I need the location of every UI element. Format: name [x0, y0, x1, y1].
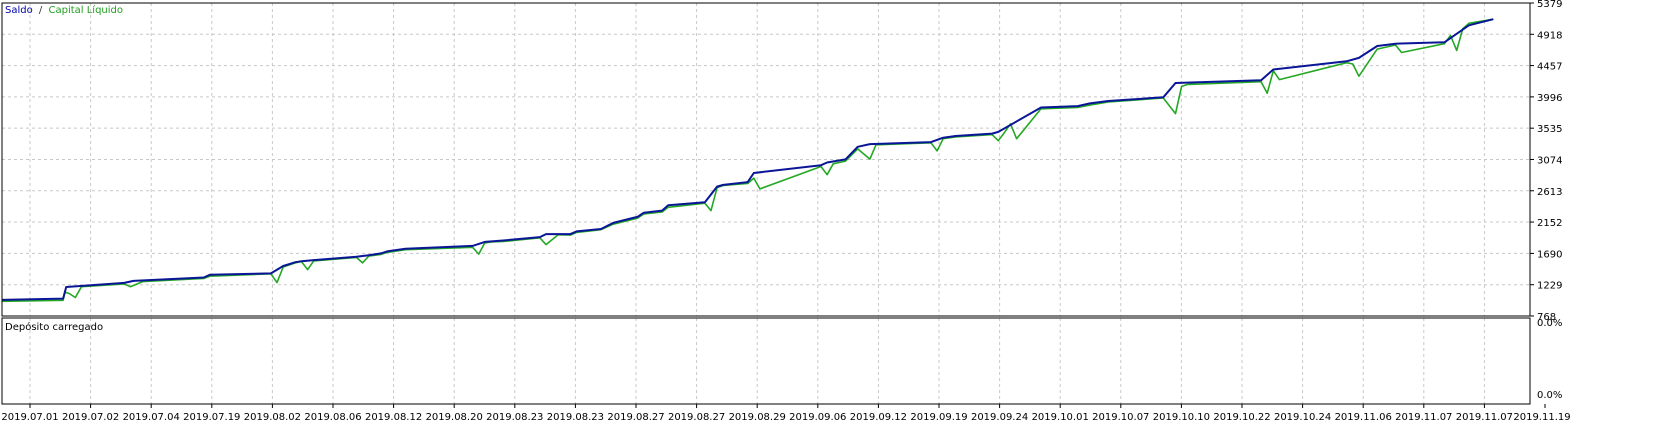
y-tick-label: 4457	[1537, 62, 1562, 73]
frame	[1, 2, 1531, 405]
y-tick-label: 4918	[1537, 30, 1562, 41]
sub-panel-title: Depósito carregado	[5, 321, 103, 333]
y-tick-label: 2613	[1537, 187, 1562, 198]
x-tick-label: 2019.10.22	[1213, 412, 1270, 423]
x-tick-label: 2019.08.06	[304, 412, 361, 423]
x-tick-label: 2019.08.29	[729, 412, 786, 423]
equity-series-line	[1, 18, 1494, 303]
x-tick-label: 2019.11.06	[1335, 412, 1392, 423]
y-tick-label: 5379	[1537, 0, 1562, 10]
x-tick-label: 2019.10.07	[1092, 412, 1149, 423]
x-tick-label: 2019.08.23	[486, 412, 543, 423]
x-tick-label: 2019.09.06	[789, 412, 846, 423]
x-axis-ticks: 2019.07.01 2019.07.02 2019.07.04 2019.07.19…	[1, 404, 1571, 423]
sub-panel: 0.0% 0.0%	[1537, 318, 1562, 401]
x-tick-label: 2019.08.27	[668, 412, 725, 423]
x-tick-label: 2019.07.02	[62, 412, 119, 423]
y-tick-label: 1229	[1537, 281, 1562, 292]
legend-balance-label: Saldo	[5, 5, 33, 16]
x-tick-label: 2019.07.19	[183, 412, 240, 423]
series-layer	[1, 18, 1494, 303]
x-tick-label: 2019.10.10	[1153, 412, 1210, 423]
sub-y-tick-label: 0.0%	[1537, 390, 1562, 401]
grid	[2, 2, 1530, 404]
y-tick-label: 1690	[1537, 249, 1562, 260]
legend-separator: /	[39, 5, 43, 16]
x-tick-label: 2019.07.01	[1, 412, 58, 423]
x-tick-label: 2019.08.02	[244, 412, 301, 423]
y-tick-label: 3074	[1537, 155, 1562, 166]
x-tick-label: 2019.09.24	[971, 412, 1028, 423]
sub-y-tick-label: 0.0%	[1537, 318, 1562, 329]
y-tick-label: 2152	[1537, 218, 1562, 229]
x-tick-label: 2019.11.07	[1395, 412, 1452, 423]
x-tick-label: 2019.11.07	[1456, 412, 1513, 423]
x-tick-label: 2019.10.01	[1032, 412, 1089, 423]
balance-equity-chart: 5379 4918 4457 3996 3535 3074 2613 2152 1690 1229…	[1, 0, 1571, 423]
y-tick-label: 3535	[1537, 124, 1562, 135]
sub-plot-frame	[1, 317, 1531, 405]
x-tick-label: 2019.09.19	[910, 412, 967, 423]
x-tick-label: 2019.07.04	[123, 412, 180, 423]
legend-equity-label: Capital Líquido	[48, 4, 123, 16]
strategy-tester-graph: 5379 4918 4457 3996 3535 3074 2613 2152 1690 1229…	[0, 0, 1653, 431]
y-axis-ticks: 5379 4918 4457 3996 3535 3074 2613 2152 1690 1229…	[1530, 0, 1562, 323]
legend: Saldo / Capital Líquido	[5, 4, 123, 16]
x-tick-label: 2019.08.12	[365, 412, 422, 423]
x-tick-label: 2019.08.27	[607, 412, 664, 423]
x-tick-label: 2019.08.20	[426, 412, 483, 423]
x-tick-label: 2019.11.19	[1513, 412, 1570, 423]
x-tick-label: 2019.10.24	[1274, 412, 1331, 423]
y-tick-label: 3996	[1537, 93, 1562, 104]
x-tick-label: 2019.08.23	[547, 412, 604, 423]
x-tick-label: 2019.09.12	[850, 412, 907, 423]
